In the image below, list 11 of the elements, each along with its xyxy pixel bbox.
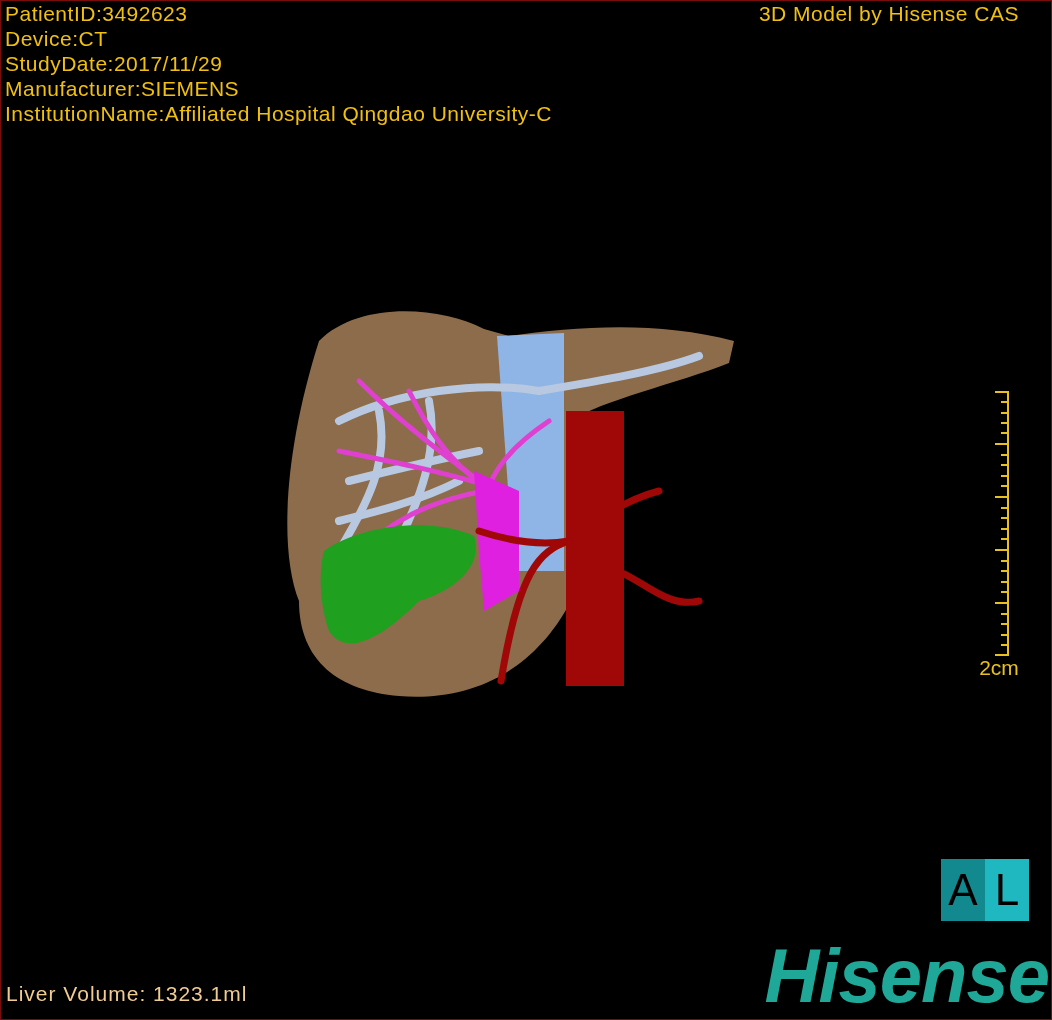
patient-info-line: InstitutionName:Affiliated Hospital Qingdao University-C bbox=[5, 101, 552, 126]
viewer-title: 3D Model by Hisense CAS bbox=[758, 1, 1019, 27]
liver-volume-text: Liver Volume: 1323.1ml bbox=[6, 980, 248, 1007]
logo-text: Hisense bbox=[764, 941, 1049, 1011]
scale-label: 2cm bbox=[979, 656, 1019, 680]
patient-info-line: StudyDate:2017/11/29 bbox=[5, 51, 224, 76]
orientation-label: L bbox=[985, 859, 1029, 921]
patient-info-line: Device:CT bbox=[5, 26, 109, 51]
orientation-label: A bbox=[941, 859, 985, 921]
patient-info-line: Manufacturer:SIEMENS bbox=[5, 76, 241, 101]
patient-info-line: PatientID:3492623 bbox=[5, 1, 189, 26]
